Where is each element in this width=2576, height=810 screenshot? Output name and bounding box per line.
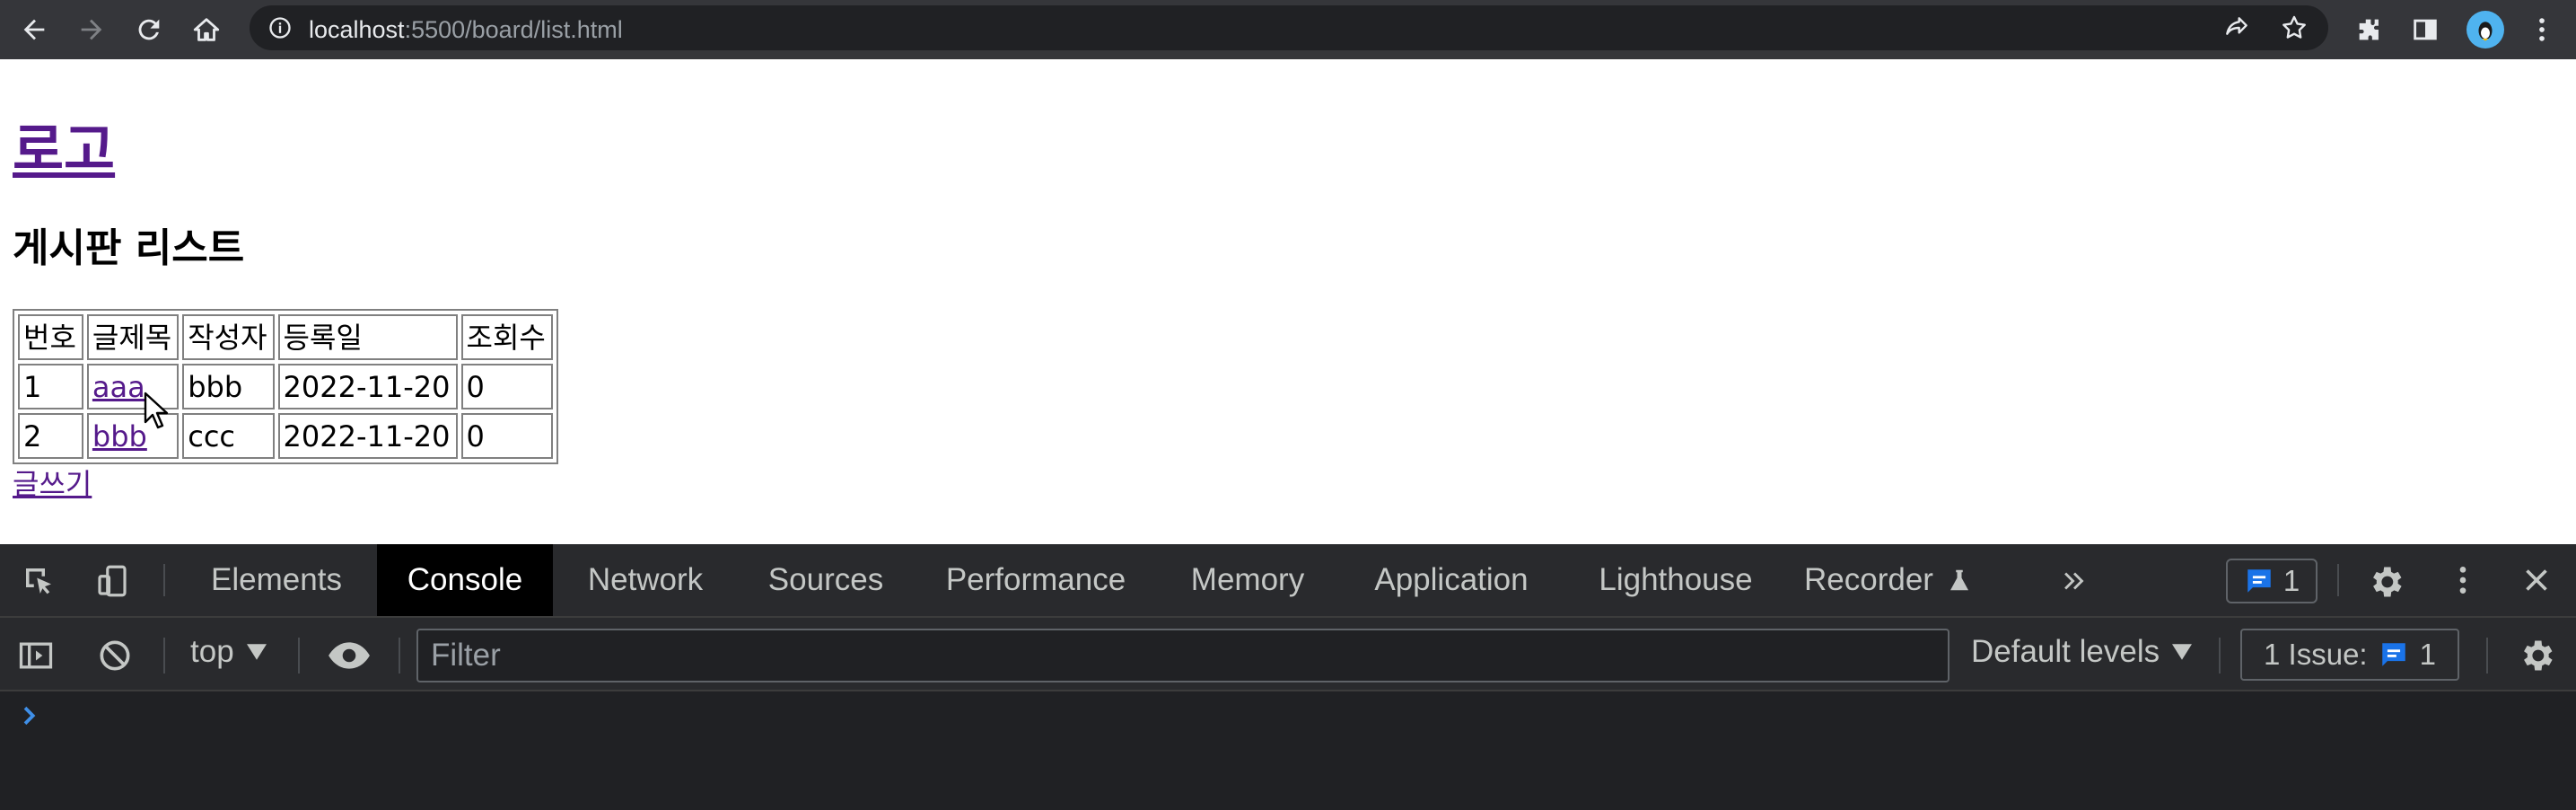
profile-avatar[interactable] [2466, 11, 2504, 48]
issues-message-icon [2247, 569, 2271, 593]
cell-date: 2022-11-20 [277, 413, 458, 459]
tab-lighthouse[interactable]: Lighthouse [1589, 544, 1763, 616]
share-icon[interactable] [2222, 13, 2251, 42]
console-issues-button[interactable]: 1 Issue: 1 [2240, 629, 2459, 681]
column-header-views: 조회수 [460, 314, 553, 360]
dropdown-triangle-icon [246, 644, 267, 660]
tab-recorder-label: Recorder [1804, 562, 1933, 597]
cell-views: 0 [460, 413, 553, 459]
divider [2486, 638, 2488, 674]
address-bar[interactable]: localhost:5500/board/list.html [250, 5, 2328, 50]
home-icon[interactable] [188, 12, 224, 48]
cell-number: 1 [18, 364, 83, 409]
tab-sources[interactable]: Sources [754, 544, 898, 616]
side-panel-icon[interactable] [2407, 12, 2443, 48]
console-prompt-chevron-icon[interactable] [16, 702, 43, 729]
forward-arrow-icon[interactable] [74, 12, 110, 48]
console-settings-gear-icon[interactable] [2517, 636, 2556, 675]
divider [399, 638, 400, 674]
post-title-link[interactable]: bbb [92, 419, 147, 453]
clear-console-icon[interactable] [95, 636, 135, 675]
context-label: top [190, 634, 234, 669]
issues-message-icon [2381, 643, 2405, 666]
tab-recorder[interactable]: Recorder [1804, 544, 2009, 616]
settings-gear-icon[interactable] [2366, 562, 2405, 602]
logo-link[interactable]: 로고 [13, 104, 115, 185]
mouse-cursor-icon [144, 392, 169, 429]
cell-views: 0 [460, 364, 553, 409]
divider [2219, 638, 2221, 674]
cell-author: ccc [182, 413, 275, 459]
inspect-element-icon[interactable] [20, 562, 57, 600]
tab-elements[interactable]: Elements [190, 544, 363, 616]
live-expression-eye-icon[interactable] [327, 638, 372, 674]
issues-count: 1 [2419, 638, 2436, 671]
devtools-menu-icon[interactable] [2445, 562, 2481, 598]
reload-icon[interactable] [131, 12, 167, 48]
divider [2337, 564, 2339, 596]
tab-network[interactable]: Network [569, 544, 722, 616]
page-title: 게시판 리스트 [13, 225, 245, 271]
browser-menu-icon[interactable] [2524, 12, 2560, 48]
close-devtools-icon[interactable] [2520, 564, 2553, 596]
tab-console[interactable]: Console [377, 544, 553, 616]
console-toolbar: top Default levels 1 Issue: 1 [0, 618, 2576, 691]
bookmark-star-icon[interactable] [2280, 13, 2309, 42]
info-icon[interactable] [267, 15, 293, 40]
table-header-row: 번호 글제목 작성자 등록일 조회수 [18, 314, 553, 360]
extensions-puzzle-icon[interactable] [2352, 12, 2388, 48]
divider [163, 564, 165, 596]
devtools-tab-bar: Elements Console Network Sources Perform… [0, 544, 2576, 618]
column-header-title: 글제목 [86, 314, 180, 360]
devtools-panel: Elements Console Network Sources Perform… [0, 544, 2576, 810]
issues-count: 1 [2282, 564, 2300, 597]
cell-date: 2022-11-20 [277, 364, 458, 409]
post-title-link[interactable]: aaa [92, 370, 145, 404]
dropdown-triangle-icon [2172, 644, 2193, 660]
page-viewport: 로고 게시판 리스트 번호 글제목 작성자 등록일 조회수 1 aaa bbb … [0, 59, 2576, 544]
console-filter-input[interactable] [416, 629, 1950, 682]
board-table: 번호 글제목 작성자 등록일 조회수 1 aaa bbb 2022-11-20 … [13, 309, 558, 464]
url-text: localhost:5500/board/list.html [309, 16, 623, 43]
divider [163, 638, 165, 674]
write-post-link[interactable]: 글쓰기 [13, 462, 92, 503]
log-levels-label: Default levels [1971, 634, 2160, 669]
browser-toolbar: localhost:5500/board/list.html [0, 0, 2576, 59]
tab-application[interactable]: Application [1359, 544, 1544, 616]
column-header-date: 등록일 [277, 314, 458, 360]
log-levels-dropdown[interactable]: Default levels [1971, 634, 2193, 670]
issues-badge-button[interactable]: 1 [2226, 559, 2318, 603]
show-sidebar-icon[interactable] [16, 636, 56, 675]
issues-label: 1 Issue: [2264, 638, 2368, 671]
column-header-author: 작성자 [182, 314, 275, 360]
cell-author: bbb [182, 364, 275, 409]
tab-memory[interactable]: Memory [1170, 544, 1325, 616]
device-toolbar-icon[interactable] [93, 562, 131, 600]
back-arrow-icon[interactable] [16, 12, 52, 48]
cell-number: 2 [18, 413, 83, 459]
column-header-number: 번호 [18, 314, 83, 360]
tab-performance[interactable]: Performance [933, 544, 1138, 616]
more-tabs-chevron-icon[interactable] [2059, 566, 2090, 596]
table-row: 1 aaa bbb 2022-11-20 0 [18, 364, 553, 409]
context-selector[interactable]: top [190, 634, 267, 670]
experiment-flask-icon [1950, 569, 1968, 591]
divider [298, 638, 300, 674]
table-row: 2 bbb ccc 2022-11-20 0 [18, 413, 553, 459]
